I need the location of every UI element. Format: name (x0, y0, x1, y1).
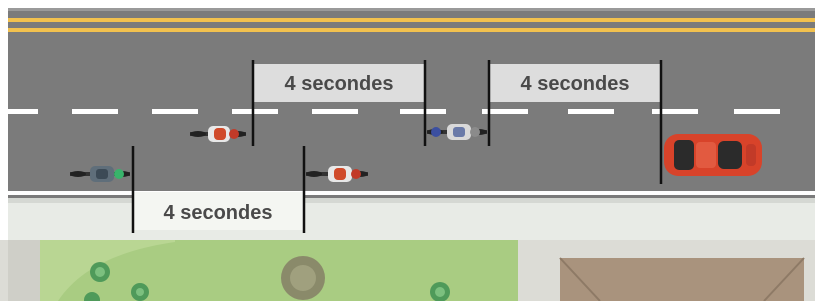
gap-label-top-left: 4 secondes (285, 73, 394, 95)
shrub (90, 262, 110, 282)
double-yellow-line-top (8, 18, 815, 22)
shrub (131, 283, 149, 301)
car-icon (664, 134, 762, 176)
gap-label-bottom: 4 secondes (164, 202, 273, 224)
tree (281, 256, 325, 300)
sidewalk (8, 198, 815, 240)
road-edge-line (8, 191, 815, 195)
curb (8, 198, 815, 203)
building-roof (560, 258, 804, 301)
gap-label-top-right: 4 secondes (521, 73, 630, 95)
road-top-edge (8, 8, 815, 11)
following-distance-diagram: 4 secondes 4 secondes 4 secondes (0, 0, 815, 306)
walkway (8, 240, 40, 301)
double-yellow-line-bottom (8, 28, 815, 32)
